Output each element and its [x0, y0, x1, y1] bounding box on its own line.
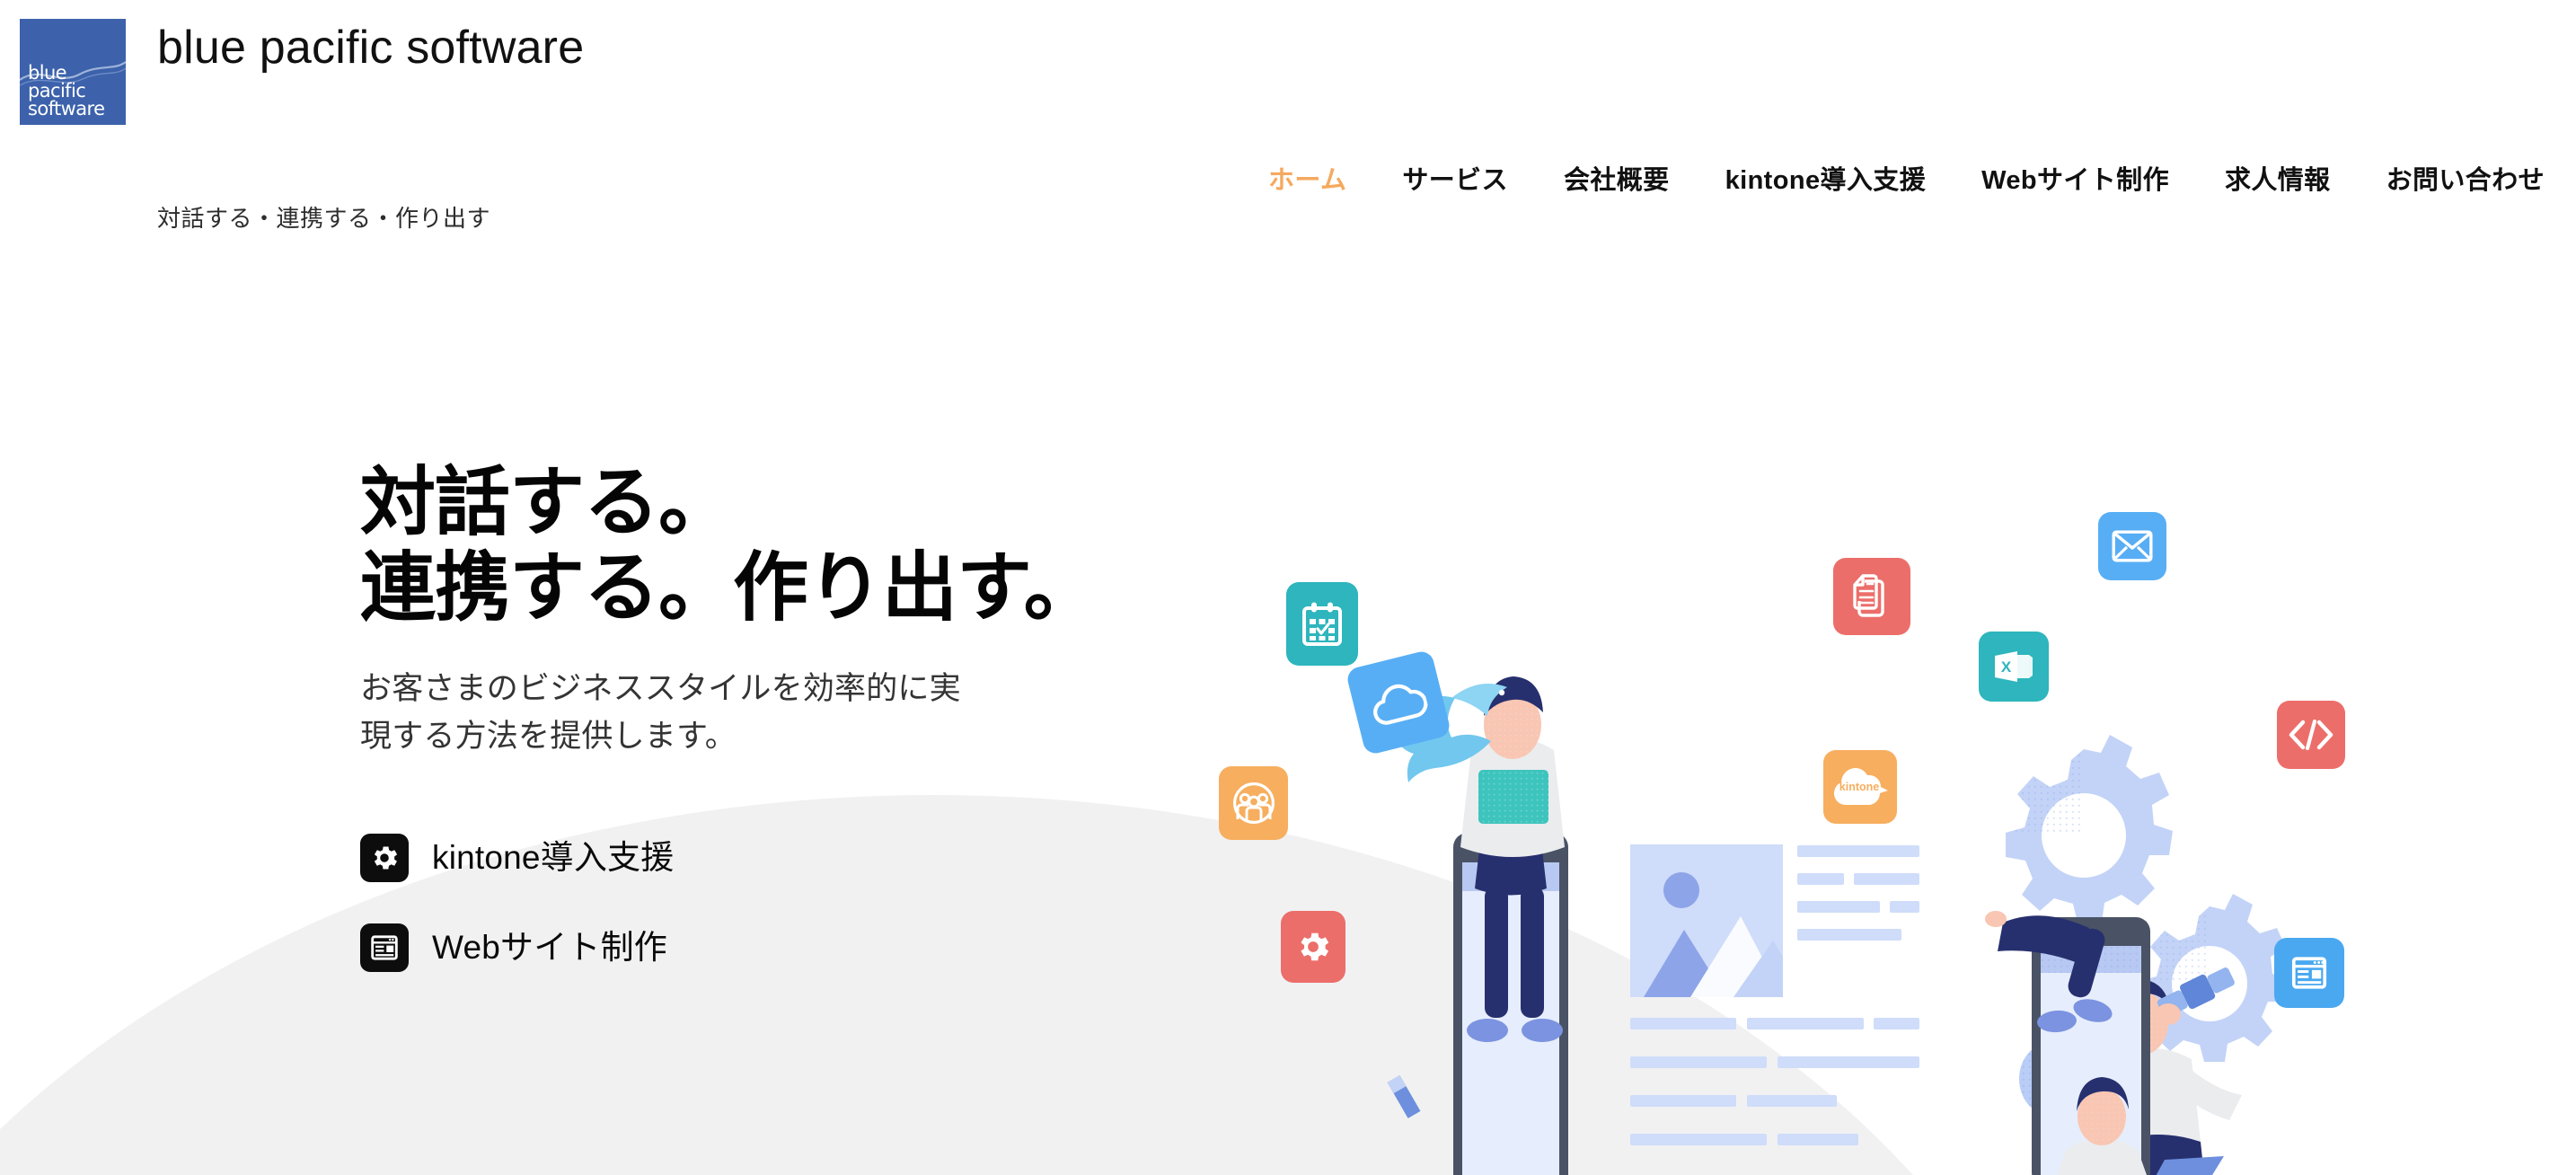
page-root: blue pacific software blue pacific softw…: [0, 0, 2576, 1175]
small-flag: [1387, 1075, 1421, 1118]
gear-large: [2006, 735, 2173, 923]
browser-window-icon: [360, 923, 409, 972]
logo-line-3: software: [28, 98, 105, 119]
documents-icon: [1853, 574, 1884, 617]
hero-link-label-kintone: kintone導入支援: [432, 839, 675, 876]
hero-link-website[interactable]: Webサイト制作: [360, 923, 1098, 972]
hero-link-kintone[interactable]: kintone導入支援: [360, 834, 1098, 882]
main-navigation[interactable]: ホーム サービス 会社概要 kintone導入支援 Webサイト制作 求人情報 …: [1240, 165, 2545, 196]
gear-settings-icon: [1301, 932, 1329, 961]
hero-headline: 対話する。 連携する。作り出す。: [360, 460, 1099, 631]
hero-subtext-line-1: お客さまのビジネススタイルを効率的に実: [360, 671, 961, 706]
hero-illustration-svg: [1387, 676, 2289, 1175]
float-card-mail: [2098, 512, 2166, 580]
nav-item-recruit[interactable]: 求人情報: [2197, 165, 2359, 196]
nav-item-kintone[interactable]: kintone導入支援: [1698, 165, 1954, 196]
float-card-documents: [1833, 558, 1910, 635]
cloud-icon: [1373, 684, 1428, 725]
browser-layout-icon: [2291, 957, 2327, 989]
logo-line-1: blue: [28, 62, 67, 84]
hero-link-label-website: Webサイト制作: [432, 929, 668, 966]
svg-text:X: X: [2001, 658, 2012, 676]
kintone-cloud-icon: kintone: [1833, 767, 1888, 805]
hero-headline-line-1: 対話する。: [360, 460, 734, 544]
svg-text:kintone: kintone: [1839, 781, 1879, 793]
code-brackets-icon: [2289, 720, 2333, 750]
calendar-icon: [1302, 602, 1342, 646]
hero-section: 対話する。 連携する。作り出す。 お客さまのビジネススタイルを効率的に実 現する…: [0, 278, 2576, 1175]
logo-line-2: pacific: [28, 80, 86, 102]
gear-icon: [360, 834, 409, 882]
site-title[interactable]: blue pacific software: [157, 22, 584, 74]
site-tagline: 対話する・連携する・作り出す: [157, 205, 491, 232]
envelope-mail-icon: [2112, 530, 2153, 562]
nav-item-services[interactable]: サービス: [1374, 165, 1536, 196]
float-card-calendar: [1286, 582, 1358, 666]
float-card-kintone: kintone: [1823, 750, 1897, 824]
site-header: blue pacific software blue pacific softw…: [0, 0, 2576, 278]
float-card-people: [1219, 766, 1288, 840]
company-logo[interactable]: blue pacific software: [20, 19, 126, 125]
float-card-gear: [1281, 911, 1345, 983]
hero-service-links: kintone導入支援 Webサイト制作: [360, 834, 1098, 972]
float-card-excel: X: [1979, 632, 2049, 702]
webpage-wireframe: [1630, 844, 1919, 1145]
nav-item-contact[interactable]: お問い合わせ: [2359, 165, 2545, 196]
nav-item-home[interactable]: ホーム: [1240, 165, 1374, 196]
hero-illustration: X kintone: [1219, 481, 2576, 1175]
hero-copy-block: 対話する。 連携する。作り出す。 お客さまのビジネススタイルを効率的に実 現する…: [360, 460, 1099, 1013]
excel-file-icon: X: [1995, 651, 2033, 682]
hero-subtext-line-2: 現する方法を提供します。: [360, 719, 737, 754]
people-group-icon: [1232, 782, 1275, 824]
nav-item-company[interactable]: 会社概要: [1536, 165, 1698, 196]
logo-wordmark: blue pacific software: [28, 62, 105, 119]
float-card-code: [2277, 701, 2345, 769]
hero-headline-line-2: 連携する。作り出す。: [360, 545, 1099, 630]
hero-subtext: お客さまのビジネススタイルを効率的に実 現する方法を提供します。: [360, 665, 1098, 760]
nav-item-website[interactable]: Webサイト制作: [1954, 165, 2197, 196]
float-card-browser: [2274, 938, 2344, 1008]
